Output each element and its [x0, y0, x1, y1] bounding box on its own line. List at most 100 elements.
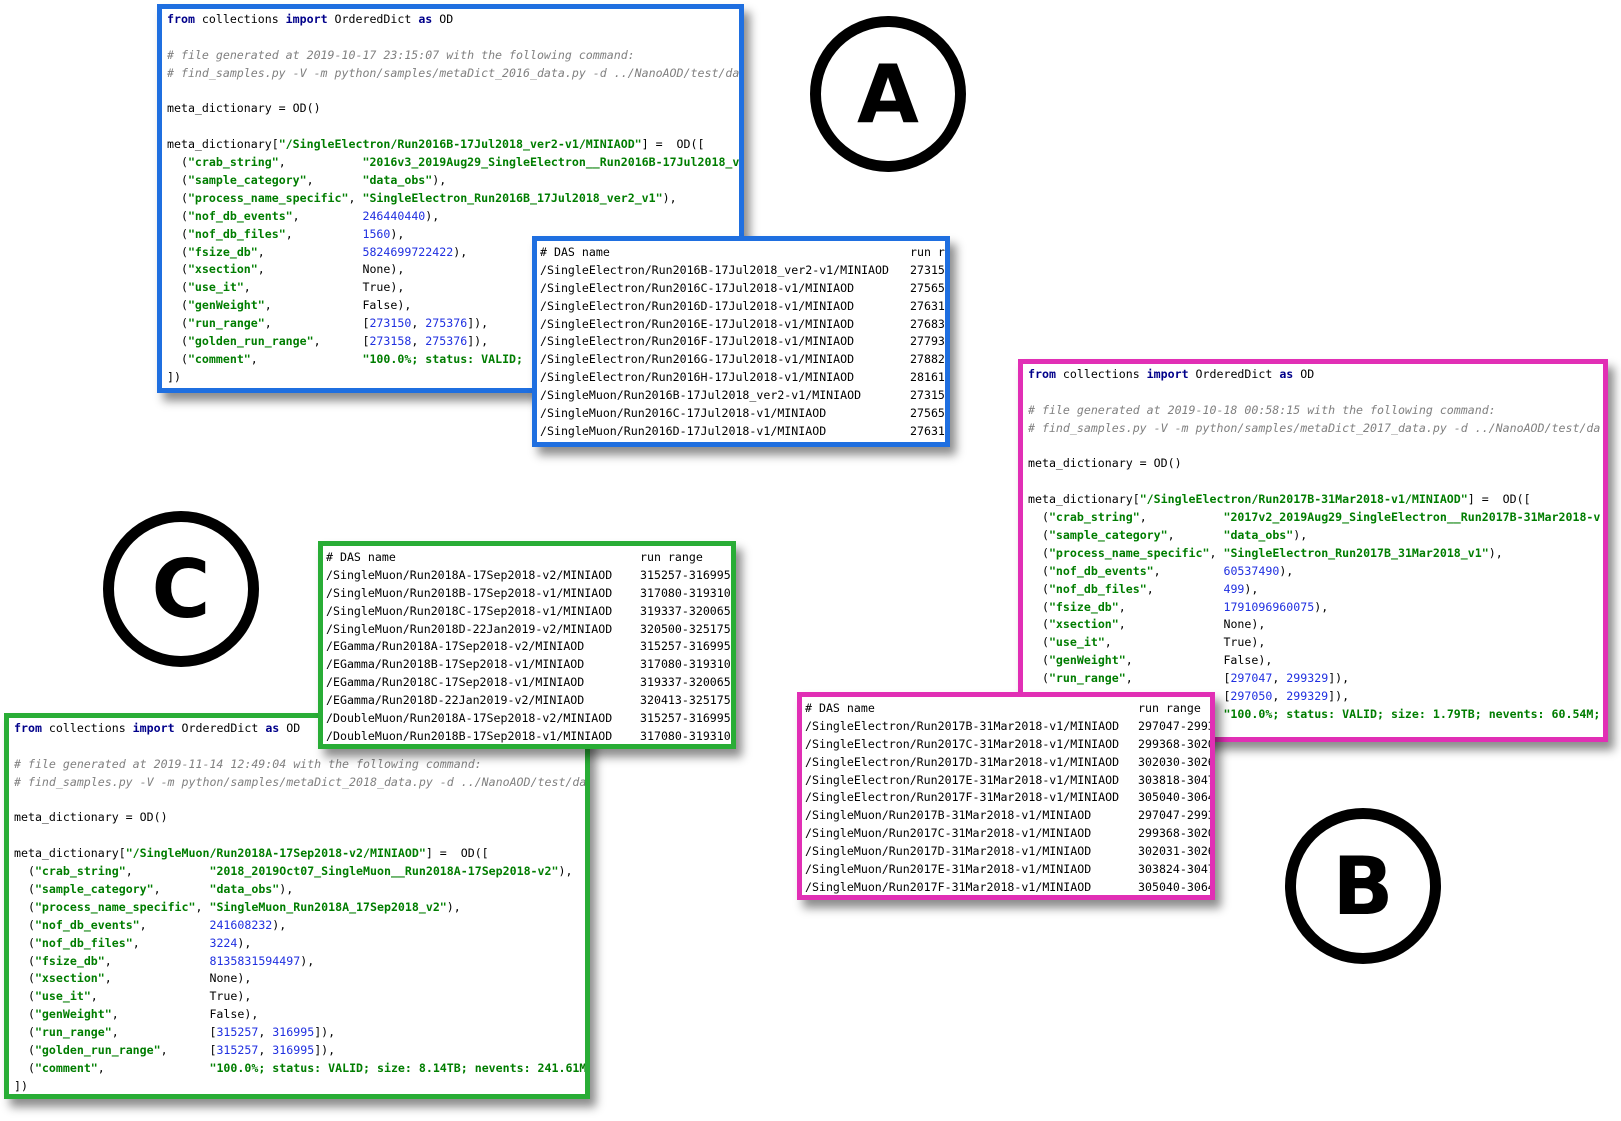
run-range-cell: 319337-320065: [640, 675, 731, 690]
code-token: (: [167, 155, 188, 170]
das-name-cell: /EGamma/Run2018D-22Jan2019-v2/MINIAOD: [326, 693, 585, 708]
run-range-cell: 319337-320065: [640, 603, 731, 618]
code-token: OrderedDict: [1188, 367, 1280, 381]
code-token: ),: [662, 190, 677, 205]
code-line: from collections import OrderedDict as O…: [1028, 366, 1603, 384]
code-line: ("crab_string", "2018_2019Oct07_SingleMu…: [14, 863, 585, 881]
code-token: (: [14, 935, 35, 950]
code-token: (: [14, 1060, 35, 1075]
code-token: "golden_run_range": [187, 334, 314, 349]
code-token: ]),: [1328, 689, 1350, 704]
code-token: (: [1028, 635, 1049, 650]
code-token: ]): [14, 1078, 28, 1093]
panel-a-das-table: # DAS name run ra/SingleElectron/Run2016B…: [537, 241, 945, 441]
code-token: ] = OD([: [425, 846, 489, 861]
code-token: "nof_db_events": [187, 208, 293, 223]
table-row: /EGamma/Run2018C-17Sep2018-v1/MINIAOD 319…: [326, 674, 731, 692]
code-token: "sample_category": [34, 882, 154, 897]
code-token: # find_samples.py -V -m python/samples/m…: [1028, 420, 1601, 435]
code-token: ),: [432, 173, 447, 188]
das-name-cell: /SingleElectron/Run2016G-17Jul2018-v1/MI…: [540, 352, 855, 367]
run-range-cell: 273150: [910, 388, 950, 403]
code-token: (: [167, 316, 188, 331]
code-token: ,: [97, 1060, 210, 1075]
code-token: # file generated at 2019-11-14 12:49:04 …: [14, 756, 482, 771]
das-name-cell: /SingleElectron/Run2016H-17Jul2018-v1/MI…: [540, 370, 855, 385]
code-line: # file generated at 2019-10-18 00:58:15 …: [1028, 402, 1603, 420]
code-token: meta_dictionary[: [14, 846, 126, 861]
table-header: # DAS name run range: [805, 700, 1210, 718]
code-token: "xsection": [187, 262, 258, 277]
panel-c-code: from collections import OrderedDict as O…: [9, 718, 585, 1094]
panel-b-das-window: # DAS name run range/SingleElectron/Run20…: [797, 692, 1215, 900]
code-token: , [: [111, 1025, 217, 1040]
table-row: /SingleElectron/Run2016H-17Jul2018-v1/MI…: [540, 369, 945, 387]
table-header: # DAS name run ra: [540, 244, 945, 262]
table-row: /SingleMuon/Run2017C-31Mar2018-v1/MINIAO…: [805, 825, 1210, 843]
panel-c-code-window: from collections import OrderedDict as O…: [4, 713, 590, 1099]
code-line: ("process_name_specific", "SingleElectro…: [167, 190, 739, 208]
code-token: ]),: [1328, 671, 1350, 686]
code-token: ] = OD([: [1467, 492, 1531, 507]
das-name-cell: /SingleMuon/Run2018B-17Sep2018-v1/MINIAO…: [326, 585, 613, 600]
table-row: /EGamma/Run2018B-17Sep2018-v1/MINIAOD 317…: [326, 656, 731, 674]
das-name-cell: /SingleElectron/Run2016C-17Jul2018-v1/MI…: [540, 280, 855, 295]
code-token: OrderedDict: [327, 12, 419, 26]
code-token: ]),: [467, 316, 489, 331]
run-range-cell: run range: [1138, 701, 1201, 715]
table-row: /SingleElectron/Run2016G-17Jul2018-v1/MI…: [540, 351, 945, 369]
das-name-cell: /SingleMuon/Run2018D-22Jan2019-v2/MINIAO…: [326, 621, 613, 636]
code-line: ("use_it", True),: [1028, 634, 1603, 652]
das-name-cell: /SingleMuon/Run2017D-31Mar2018-v1/MINIAO…: [805, 844, 1092, 859]
code-token: ,: [250, 351, 363, 366]
code-line: ("run_range", [315257, 316995]),: [14, 1024, 585, 1042]
code-token: , [: [160, 1043, 217, 1058]
code-line: ("nof_db_events", 241608232),: [14, 917, 585, 935]
code-token: "crab_string": [187, 155, 279, 170]
das-name-cell: /SingleMuon/Run2016D-17Jul2018-v1/MINIAO…: [540, 423, 827, 438]
code-token: ]),: [314, 1025, 336, 1040]
das-name-cell: /EGamma/Run2018B-17Sep2018-v1/MINIAOD: [326, 657, 585, 672]
das-name-cell: /SingleMuon/Run2016B-17Jul2018_ver2-v1/M…: [540, 388, 862, 403]
das-name-cell: # DAS name: [540, 245, 610, 259]
code-token: ,: [292, 208, 363, 223]
run-range-cell: run ra: [910, 245, 950, 259]
table-row: /SingleElectron/Run2017B-31Mar2018-v1/MI…: [805, 718, 1210, 736]
code-token: (: [1028, 528, 1049, 543]
code-token: as: [265, 721, 280, 735]
code-token: , False),: [111, 1007, 259, 1022]
code-line: ("crab_string", "2017v2_2019Aug29_Single…: [1028, 509, 1603, 527]
code-token: ),: [558, 864, 573, 879]
code-token: (: [1028, 617, 1049, 632]
label-b-circle: B: [1285, 808, 1441, 964]
run-range-cell: 276315: [910, 298, 950, 313]
code-token: ,: [306, 173, 363, 188]
label-b: B: [1332, 839, 1394, 933]
code-token: ]),: [314, 1043, 336, 1058]
code-line: ("sample_category", "data_obs"),: [1028, 527, 1603, 545]
code-token: "fsize_db": [1048, 599, 1119, 614]
code-token: ),: [1488, 545, 1503, 560]
das-name-cell: /SingleMuon/Run2018A-17Sep2018-v2/MINIAO…: [326, 567, 613, 582]
code-line: ("xsection", None),: [1028, 616, 1603, 634]
code-token: "use_it": [187, 280, 244, 295]
code-token: ,: [278, 155, 363, 170]
das-name-cell: /SingleMuon/Run2017E-31Mar2018-v1/MINIAO…: [805, 862, 1092, 877]
code-line: ("golden_run_range", [315257, 316995]),: [14, 1042, 585, 1060]
code-line: ("nof_db_files", 3224),: [14, 935, 585, 953]
code-token: "process_name_specific": [34, 899, 196, 914]
code-token: "run_range": [34, 1025, 112, 1040]
table-row: /DoubleMuon/Run2018A-17Sep2018-v2/MINIAO…: [326, 710, 731, 728]
code-token: "run_range": [187, 316, 265, 331]
code-token: "/SingleMuon/Run2018A-17Sep2018-v2/MINIA…: [125, 846, 426, 861]
panel-c-das-table: # DAS name run range/SingleMuon/Run2018A-…: [323, 546, 731, 744]
code-token: ,: [139, 917, 210, 932]
code-token: ),: [1244, 581, 1259, 596]
code-token: 273158: [369, 334, 412, 349]
run-range-cell: 277932: [910, 334, 950, 349]
code-token: OD: [279, 721, 301, 735]
code-line: ("crab_string", "2016v3_2019Aug29_Single…: [167, 154, 739, 172]
das-name-cell: /EGamma/Run2018C-17Sep2018-v1/MINIAOD: [326, 675, 585, 690]
code-token: "SingleMuon_Run2018A_17Sep2018_v2": [209, 899, 447, 914]
